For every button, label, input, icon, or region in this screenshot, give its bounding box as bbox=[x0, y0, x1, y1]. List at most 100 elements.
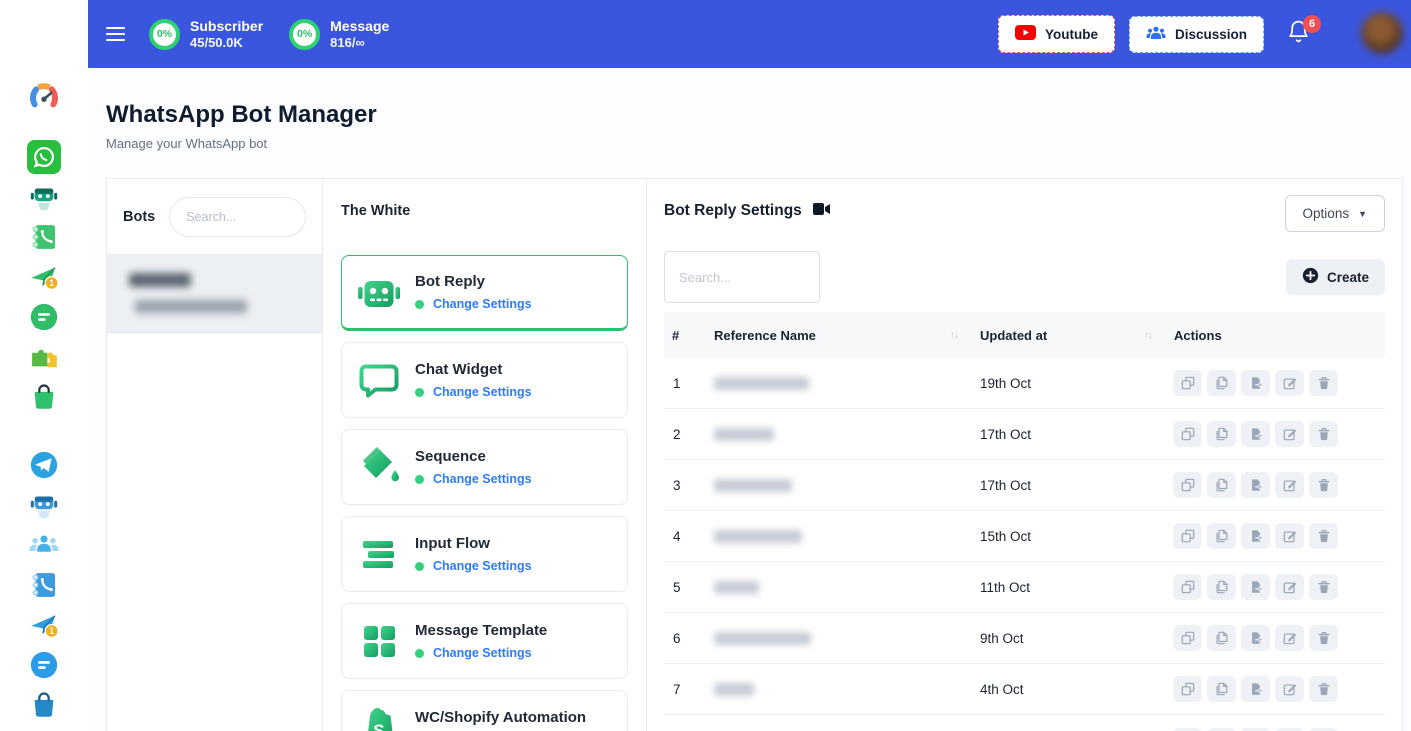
edit-button[interactable] bbox=[1275, 421, 1304, 447]
message-value: 816/∞ bbox=[330, 35, 389, 50]
edit-button[interactable] bbox=[1275, 625, 1304, 651]
copy-button[interactable] bbox=[1207, 574, 1236, 600]
notifications-bell-icon[interactable]: 6 bbox=[1286, 19, 1311, 50]
avatar[interactable] bbox=[1361, 12, 1403, 54]
duplicate-button[interactable] bbox=[1173, 421, 1202, 447]
export-button[interactable] bbox=[1241, 370, 1270, 396]
copy-button[interactable] bbox=[1207, 728, 1236, 731]
youtube-label: Youtube bbox=[1045, 27, 1098, 42]
edit-button[interactable] bbox=[1275, 574, 1304, 600]
export-button[interactable] bbox=[1241, 523, 1270, 549]
duplicate-button[interactable] bbox=[1173, 523, 1202, 549]
col-reference-name[interactable]: Reference Name ↑↓ bbox=[706, 328, 968, 343]
setting-card-input-flow[interactable]: Input Flow Change Settings bbox=[341, 516, 628, 592]
copy-button[interactable] bbox=[1207, 676, 1236, 702]
edit-button[interactable] bbox=[1275, 472, 1304, 498]
table-row: 2 17th Oct bbox=[664, 409, 1385, 460]
page-subtitle: Manage your WhatsApp bot bbox=[106, 136, 267, 151]
whatsapp-chat-icon[interactable] bbox=[27, 300, 61, 334]
table-header: # Reference Name ↑↓ Updated at ↑↓ Action… bbox=[664, 312, 1385, 358]
setting-card-sequence[interactable]: Sequence Change Settings bbox=[341, 429, 628, 505]
telegram-broadcast-icon[interactable]: 1 bbox=[27, 608, 61, 642]
setting-card-bot-reply[interactable]: Bot Reply Change Settings bbox=[341, 255, 628, 331]
bot-reply-settings-panel: Bot Reply Settings Options ▼ Create bbox=[647, 179, 1402, 731]
duplicate-button[interactable] bbox=[1173, 472, 1202, 498]
subscriber-stat: 0% Subscriber 45/50.0K bbox=[149, 18, 263, 51]
delete-button[interactable] bbox=[1309, 574, 1338, 600]
options-button[interactable]: Options ▼ bbox=[1285, 195, 1385, 232]
telegram-store-icon[interactable] bbox=[27, 688, 61, 722]
whatsapp-bot-icon[interactable] bbox=[27, 180, 61, 214]
message-template-icon bbox=[356, 618, 402, 664]
integrations-puzzle-icon[interactable] bbox=[27, 340, 61, 374]
export-button[interactable] bbox=[1241, 421, 1270, 447]
manager-card: Bots The White bbox=[106, 178, 1403, 731]
export-button[interactable] bbox=[1241, 574, 1270, 600]
delete-button[interactable] bbox=[1309, 370, 1338, 396]
duplicate-button[interactable] bbox=[1173, 676, 1202, 702]
export-button[interactable] bbox=[1241, 625, 1270, 651]
telegram-groups-icon[interactable] bbox=[27, 528, 61, 562]
bot-list-item-selected[interactable] bbox=[107, 255, 322, 333]
whatsapp-store-icon[interactable] bbox=[27, 380, 61, 414]
dashboard-gauge-icon[interactable] bbox=[27, 78, 61, 112]
copy-button[interactable] bbox=[1207, 523, 1236, 549]
export-button[interactable] bbox=[1241, 472, 1270, 498]
whatsapp-broadcast-icon[interactable]: 1 bbox=[27, 260, 61, 294]
edit-button[interactable] bbox=[1275, 728, 1304, 731]
edit-button[interactable] bbox=[1275, 370, 1304, 396]
export-button[interactable] bbox=[1241, 728, 1270, 731]
youtube-button[interactable]: Youtube bbox=[998, 15, 1115, 53]
sort-icon[interactable]: ↑↓ bbox=[1144, 330, 1162, 341]
delete-button[interactable] bbox=[1309, 472, 1338, 498]
delete-button[interactable] bbox=[1309, 421, 1338, 447]
updated-at: 9th Oct bbox=[968, 631, 1162, 646]
copy-button[interactable] bbox=[1207, 472, 1236, 498]
whatsapp-contacts-icon[interactable] bbox=[27, 220, 61, 254]
reply-search-input[interactable] bbox=[664, 251, 820, 303]
input-flow-icon bbox=[356, 531, 402, 577]
status-dot bbox=[415, 649, 424, 658]
col-actions: Actions bbox=[1162, 328, 1385, 343]
telegram-icon[interactable] bbox=[27, 448, 61, 482]
menu-toggle-icon[interactable] bbox=[106, 23, 125, 45]
whatsapp-icon[interactable] bbox=[27, 140, 61, 174]
copy-button[interactable] bbox=[1207, 421, 1236, 447]
card-title: Bot Reply bbox=[415, 273, 532, 290]
card-title: Message Template bbox=[415, 622, 547, 639]
updated-at: 4th Oct bbox=[968, 682, 1162, 697]
duplicate-button[interactable] bbox=[1173, 574, 1202, 600]
telegram-contacts-icon[interactable] bbox=[27, 568, 61, 602]
top-bar: 0% Subscriber 45/50.0K 0% Message 816/∞ … bbox=[88, 0, 1411, 68]
edit-button[interactable] bbox=[1275, 676, 1304, 702]
edit-button[interactable] bbox=[1275, 523, 1304, 549]
delete-button[interactable] bbox=[1309, 676, 1338, 702]
delete-button[interactable] bbox=[1309, 728, 1338, 731]
change-settings-link[interactable]: Change Settings bbox=[433, 385, 532, 399]
setting-card-message-template[interactable]: Message Template Change Settings bbox=[341, 603, 628, 679]
export-button[interactable] bbox=[1241, 676, 1270, 702]
setting-card-chat-widget[interactable]: Chat Widget Change Settings bbox=[341, 342, 628, 418]
col-updated-at[interactable]: Updated at ↑↓ bbox=[968, 328, 1162, 343]
telegram-bot-icon[interactable] bbox=[27, 488, 61, 522]
message-stat: 0% Message 816/∞ bbox=[289, 18, 389, 51]
duplicate-button[interactable] bbox=[1173, 370, 1202, 396]
duplicate-button[interactable] bbox=[1173, 728, 1202, 731]
setting-card-shopify-automation[interactable]: S WC/Shopify Automation Change Settings bbox=[341, 690, 628, 731]
telegram-chat-icon[interactable] bbox=[27, 648, 61, 682]
change-settings-link[interactable]: Change Settings bbox=[433, 297, 532, 311]
video-camera-icon[interactable] bbox=[813, 202, 830, 220]
delete-button[interactable] bbox=[1309, 625, 1338, 651]
copy-button[interactable] bbox=[1207, 370, 1236, 396]
delete-button[interactable] bbox=[1309, 523, 1338, 549]
change-settings-link[interactable]: Change Settings bbox=[433, 472, 532, 486]
change-settings-link[interactable]: Change Settings bbox=[433, 646, 532, 660]
change-settings-link[interactable]: Change Settings bbox=[433, 559, 532, 573]
create-button[interactable]: Create bbox=[1286, 259, 1385, 295]
copy-button[interactable] bbox=[1207, 625, 1236, 651]
duplicate-button[interactable] bbox=[1173, 625, 1202, 651]
sort-icon[interactable]: ↑↓ bbox=[950, 330, 968, 341]
reference-name-redacted bbox=[714, 428, 774, 441]
bots-search-input[interactable] bbox=[169, 197, 306, 237]
discussion-button[interactable]: Discussion bbox=[1129, 16, 1264, 53]
